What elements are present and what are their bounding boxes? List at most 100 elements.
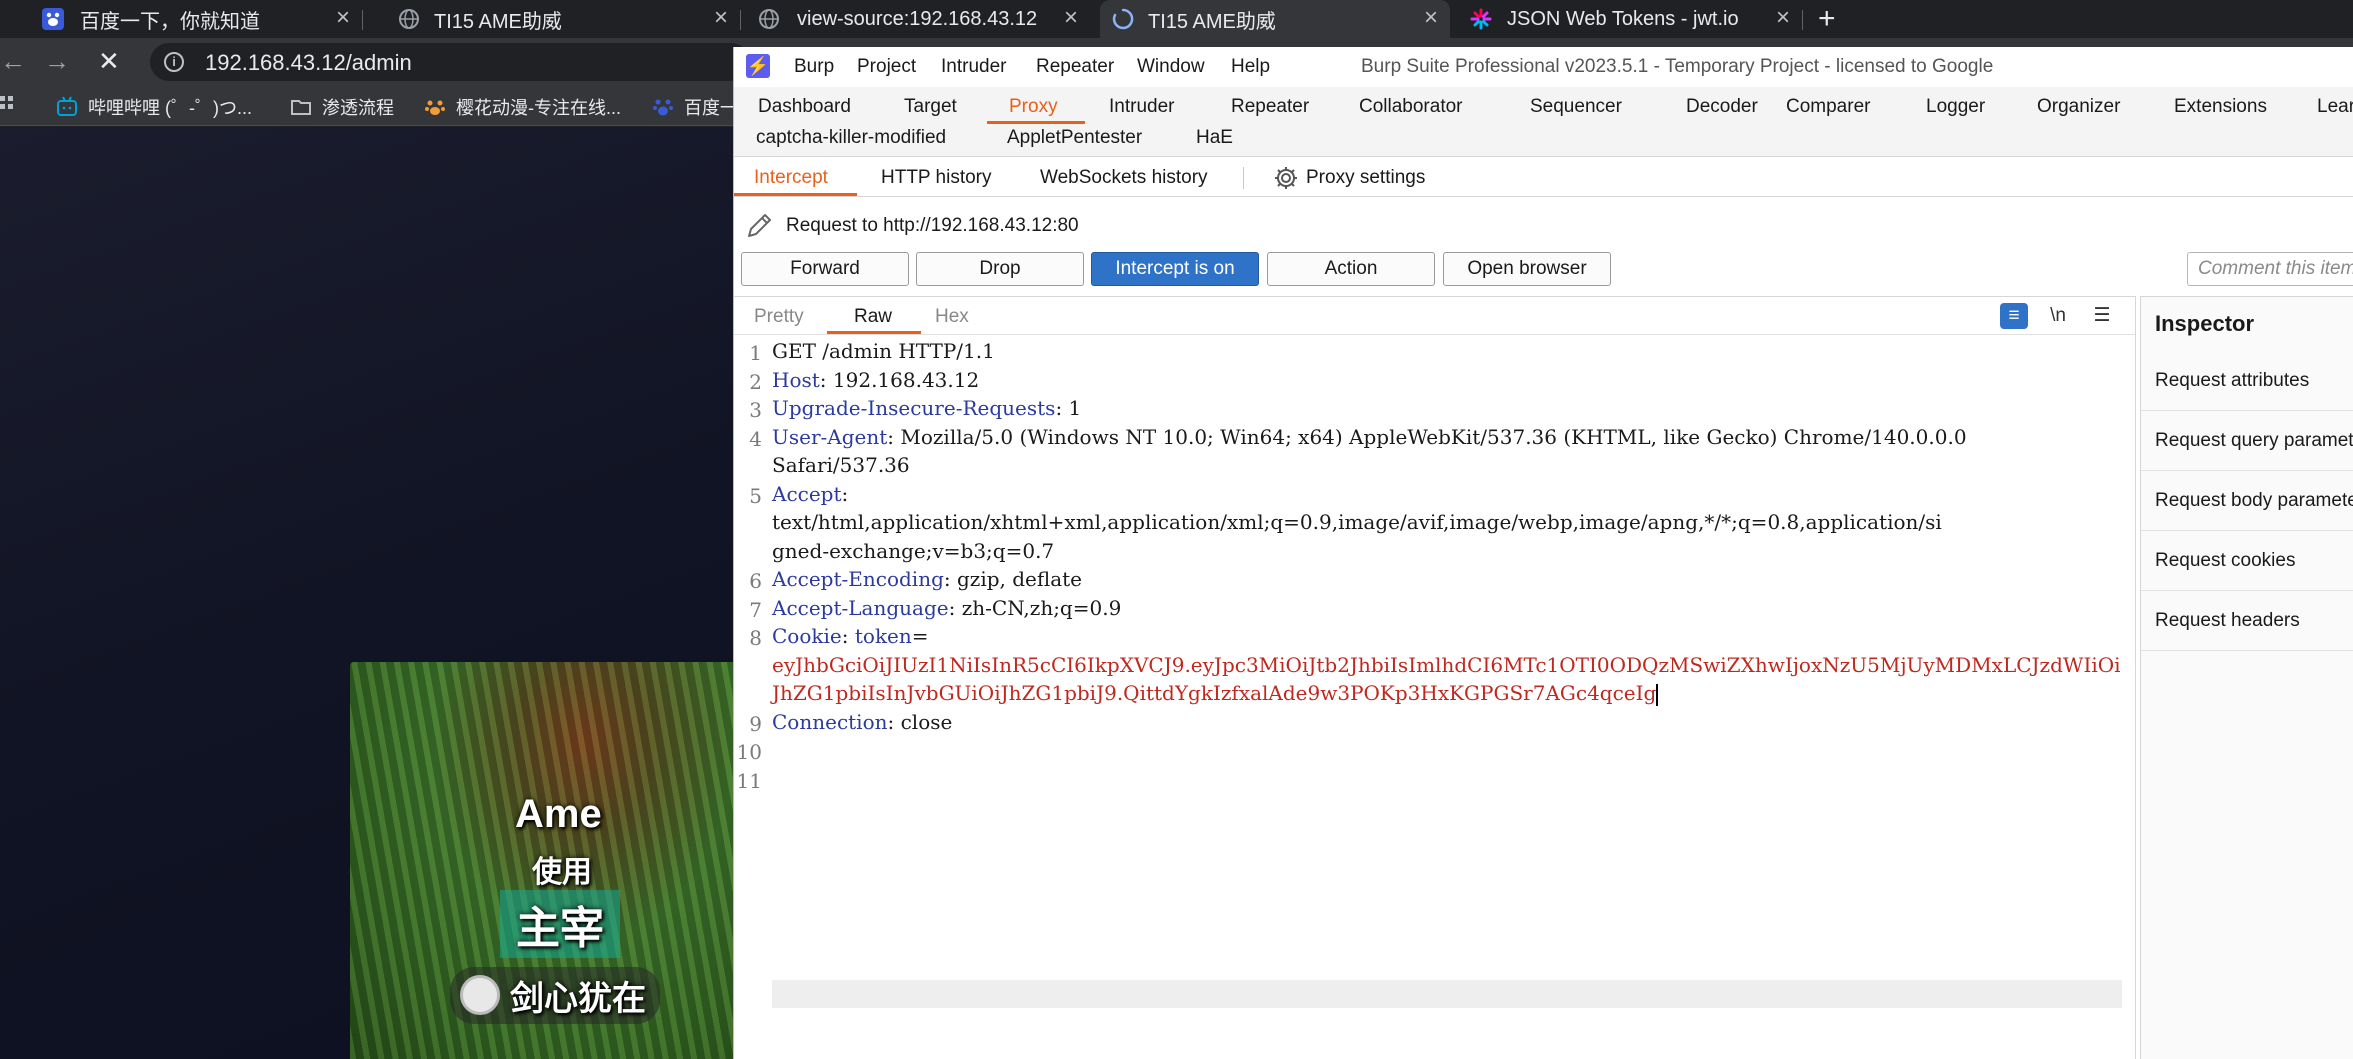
menu-project[interactable]: Project — [857, 56, 916, 78]
action-button[interactable]: Action — [1267, 252, 1435, 286]
comment-field[interactable]: Comment this item — [2187, 252, 2353, 286]
open-browser-button[interactable]: Open browser — [1443, 252, 1611, 286]
tab-decoder[interactable]: Decoder — [1686, 96, 1758, 118]
inspector-request-body-parameters[interactable]: Request body parameters — [2141, 471, 2353, 531]
tab-intruder[interactable]: Intruder — [1109, 96, 1174, 118]
header-name: Accept-Encoding — [772, 567, 944, 591]
header-value: : 192.168.43.12 — [819, 367, 980, 392]
active-subtab-indicator — [734, 193, 857, 196]
current-line-highlight — [772, 980, 2122, 1008]
tab-organizer[interactable]: Organizer — [2037, 96, 2120, 118]
tab-pretty[interactable]: Pretty — [754, 306, 804, 328]
folder-icon — [291, 100, 311, 115]
tab-dashboard[interactable]: Dashboard — [758, 96, 851, 118]
tab-ti15-active[interactable]: TI15 AME助威 × — [1100, 0, 1450, 38]
close-icon[interactable]: × — [714, 4, 728, 32]
newline-toggle-icon[interactable]: \n — [2044, 303, 2072, 329]
close-icon[interactable]: × — [1776, 4, 1790, 32]
proxy-sub-tabs: Intercept HTTP history WebSockets histor… — [734, 157, 2353, 197]
bookmark-folder[interactable]: 渗透流程 — [290, 94, 394, 120]
close-icon[interactable]: × — [1424, 4, 1438, 32]
line-number: 5 — [749, 483, 762, 508]
back-arrow-icon[interactable]: ← — [0, 46, 26, 77]
site-info-icon[interactable]: i — [164, 52, 184, 72]
new-tab-icon[interactable]: + — [1818, 2, 1836, 36]
tab-hex[interactable]: Hex — [935, 306, 969, 328]
tab-ti15[interactable]: TI15 AME助威 × — [394, 0, 740, 38]
tab-repeater[interactable]: Repeater — [1231, 96, 1309, 118]
video-frame[interactable]: Ame 使用 主宰 剑心犹在 — [350, 662, 740, 1059]
header-name: Host — [772, 367, 820, 392]
inspector-request-headers[interactable]: Request headers — [2141, 591, 2353, 651]
forward-arrow-icon[interactable]: → — [44, 46, 70, 77]
header-name: Accept-Language — [772, 595, 949, 620]
request-line: JhZG1pbiIsInJvbGUiOiJhZG1pbiJ9.QittdYgkI… — [772, 679, 1659, 707]
close-icon[interactable]: × — [1064, 4, 1078, 32]
tab-hae[interactable]: HaE — [1196, 127, 1233, 149]
gear-icon[interactable] — [1273, 165, 1299, 191]
tab-comparer[interactable]: Comparer — [1786, 96, 1870, 118]
loading-spinner-icon — [1112, 8, 1134, 30]
drop-button[interactable]: Drop — [916, 252, 1084, 286]
tab-sequencer[interactable]: Sequencer — [1530, 96, 1622, 118]
inspector-request-cookies[interactable]: Request cookies — [2141, 531, 2353, 591]
menu-lines-icon[interactable]: ☰ — [2088, 303, 2116, 329]
header-value: : — [841, 481, 849, 506]
header-value: : 1 — [1055, 396, 1082, 420]
tab-target[interactable]: Target — [904, 96, 957, 118]
tab-jwt[interactable]: JSON Web Tokens - jwt.io × — [1462, 0, 1802, 38]
line-number: 2 — [749, 369, 762, 394]
menu-intruder[interactable]: Intruder — [941, 56, 1006, 78]
address-bar[interactable]: i 192.168.43.12/admin — [150, 43, 750, 81]
apps-grid-icon[interactable] — [0, 94, 14, 116]
tab-proxy[interactable]: Proxy — [1009, 96, 1058, 118]
menu-help[interactable]: Help — [1231, 56, 1270, 78]
burp-window: ⚡ Burp Project Intruder Repeater Window … — [733, 47, 2353, 1059]
line-number: 10 — [736, 740, 762, 764]
line-number: 8 — [749, 626, 762, 650]
inspector-panel: Inspector Request attributes Request que… — [2140, 296, 2353, 1059]
tab-title: TI15 AME助威 — [434, 10, 562, 33]
forward-button[interactable]: Forward — [741, 252, 909, 286]
request-line: Upgrade-Insecure-Requests: 1 — [772, 394, 1081, 422]
tab-learn[interactable]: Lear — [2317, 96, 2353, 118]
tab-logger[interactable]: Logger — [1926, 96, 1985, 118]
stop-loading-icon[interactable]: ✕ — [98, 46, 120, 77]
intercept-toggle-button[interactable]: Intercept is on — [1091, 252, 1259, 286]
bookmark-bilibili[interactable]: 哔哩哔哩 (゜-゜)つ... — [56, 94, 252, 120]
tab-extensions[interactable]: Extensions — [2174, 96, 2267, 118]
tab-view-source[interactable]: view-source:192.168.43.12 × — [752, 0, 1090, 38]
inspector-request-query-parameters[interactable]: Request query parameters — [2141, 411, 2353, 471]
menu-repeater[interactable]: Repeater — [1036, 56, 1114, 78]
request-line: Accept-Language: zh-CN,zh;q=0.9 — [772, 594, 1121, 622]
header-value: text/html,application/xhtml+xml,applicat… — [772, 510, 1942, 534]
tab-raw[interactable]: Raw — [854, 306, 892, 328]
line-number: 6 — [749, 569, 762, 593]
request-line: Connection: close — [772, 708, 952, 736]
word-wrap-icon[interactable]: ≡ — [2000, 303, 2028, 329]
tab-collaborator[interactable]: Collaborator — [1359, 96, 1463, 118]
menu-burp[interactable]: Burp — [794, 56, 834, 78]
bookmark-sakura[interactable]: 樱花动漫-专注在线... — [424, 94, 621, 120]
menu-window[interactable]: Window — [1137, 56, 1205, 78]
header-value: : zh-CN,zh;q=0.9 — [948, 595, 1122, 620]
tab-websockets-history[interactable]: WebSockets history — [1040, 167, 1208, 189]
tab-applet-pentester[interactable]: AppletPentester — [1007, 127, 1142, 149]
burp-menubar: ⚡ Burp Project Intruder Repeater Window … — [734, 47, 2353, 87]
tab-baidu[interactable]: 百度一下，你就知道 × — [0, 0, 362, 38]
bilibili-icon — [57, 96, 77, 116]
pencil-icon[interactable] — [744, 211, 774, 241]
bookmark-baidu[interactable]: 百度一 — [652, 94, 738, 120]
request-line: Safari/537.36 — [772, 451, 910, 479]
proxy-settings-link[interactable]: Proxy settings — [1306, 167, 1425, 189]
close-icon[interactable]: × — [336, 4, 350, 32]
main-tabs: Dashboard Target Proxy Intruder Repeater… — [734, 87, 2353, 157]
request-line: gned-exchange;v=b3;q=0.7 — [772, 537, 1054, 565]
jwt-token-value: eyJhbGciOiJIUzI1NiIsInR5cCI6IkpXVCJ9.eyJ… — [772, 652, 2121, 677]
tab-captcha-killer[interactable]: captcha-killer-modified — [756, 127, 946, 149]
bookmark-label: 樱花动漫-专注在线... — [456, 98, 621, 118]
bookmark-label: 渗透流程 — [322, 98, 394, 118]
tab-intercept[interactable]: Intercept — [754, 167, 828, 189]
inspector-request-attributes[interactable]: Request attributes — [2141, 351, 2353, 411]
tab-http-history[interactable]: HTTP history — [881, 167, 992, 189]
